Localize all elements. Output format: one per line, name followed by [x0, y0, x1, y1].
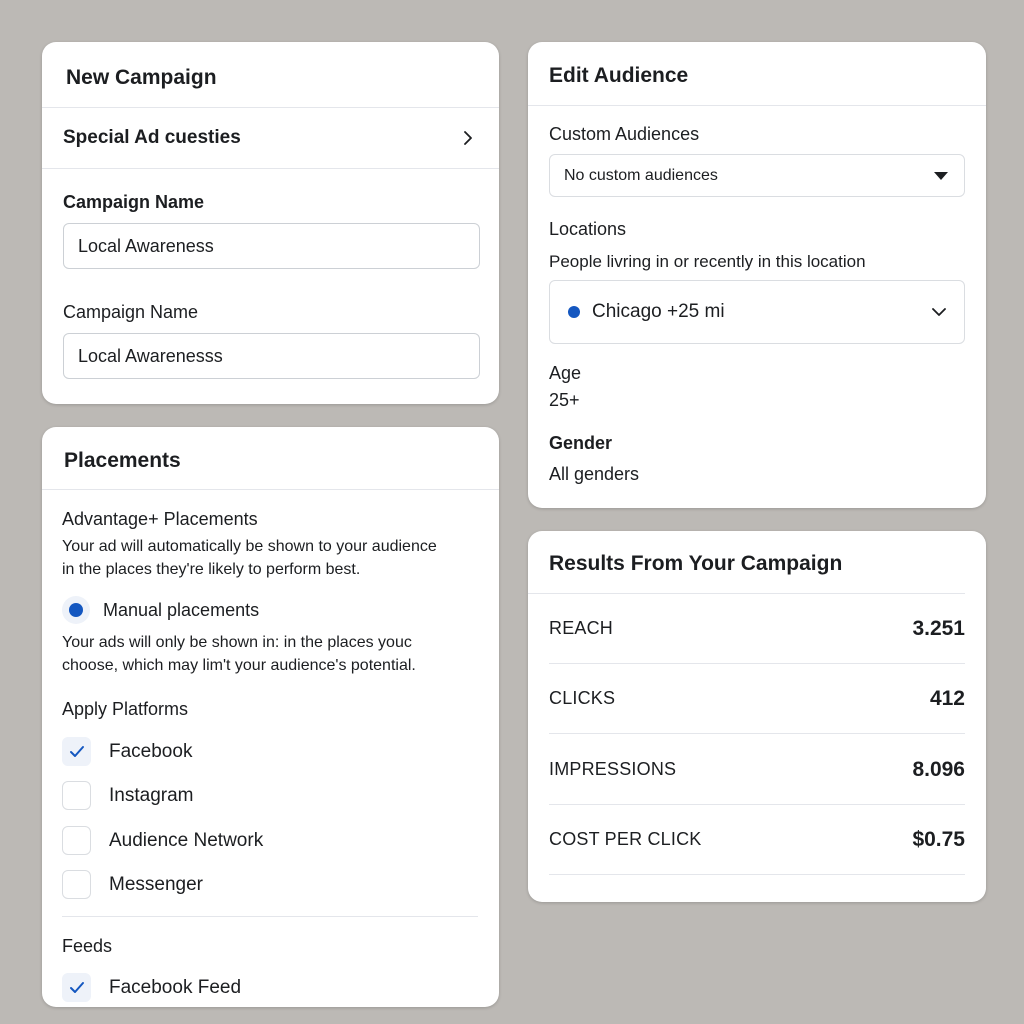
metric-label: REACH [549, 618, 614, 638]
feed-facebook-feed[interactable]: Facebook Feed [62, 973, 241, 1002]
divider [62, 916, 478, 917]
metric-label: CLICKS [549, 688, 616, 708]
custom-audiences-label: Custom Audiences [549, 124, 700, 144]
custom-audiences-value: No custom audiences [564, 166, 718, 184]
results-header: Results From Your Campaign [528, 531, 986, 593]
audience-network-label: Audience Network [109, 829, 264, 851]
check-icon [69, 981, 84, 993]
locations-desc: People livring in or recently in this lo… [549, 252, 866, 271]
radio-dot [69, 603, 83, 617]
special-ad-label: Special Ad cuesties [63, 127, 241, 148]
gender-label: Gender [549, 433, 613, 453]
placements-title: Placements [64, 449, 181, 472]
apply-platforms-title: Apply Platforms [62, 699, 189, 719]
metric-value: 3.251 [912, 616, 965, 640]
campaign-name-label-2: Campaign Name [63, 302, 199, 322]
custom-audiences-select[interactable]: No custom audiences [549, 154, 965, 197]
facebook-checkbox[interactable] [62, 737, 91, 766]
check-icon [69, 745, 84, 757]
platform-messenger[interactable]: Messenger [62, 870, 203, 899]
new-campaign-title: New Campaign [66, 66, 217, 89]
location-select[interactable]: Chicago +25 mi [549, 280, 965, 344]
edit-audience-card: Edit Audience Custom Audiences No custom… [528, 42, 986, 508]
campaign-name-input[interactable]: Local Awareness [63, 223, 480, 269]
results-title: Results From Your Campaign [549, 552, 843, 575]
facebook-feed-checkbox[interactable] [62, 973, 91, 1002]
metric-row-clicks: CLICKS 412 [549, 664, 965, 734]
campaign-name-input-2[interactable]: Local Awarenesss [63, 333, 480, 379]
messenger-label: Messenger [109, 873, 203, 895]
messenger-checkbox[interactable] [62, 870, 91, 899]
platform-instagram[interactable]: Instagram [62, 781, 193, 810]
instagram-label: Instagram [109, 784, 194, 806]
feeds-title: Feeds [62, 936, 113, 956]
location-selected: Chicago +25 mi [568, 301, 725, 323]
divider [42, 489, 499, 490]
manual-placements-desc-2: choose, which may lim't your audience's … [62, 657, 416, 674]
caret-down-icon [934, 171, 948, 180]
manual-placements-radio[interactable] [62, 596, 90, 624]
chevron-right-icon [464, 131, 472, 145]
new-campaign-card: New Campaign Special Ad cuesties Campaig… [42, 42, 499, 404]
platform-facebook[interactable]: Facebook [62, 737, 192, 766]
divider [528, 105, 986, 106]
chevron-down-icon [932, 307, 946, 316]
manual-placements-label: Manual placements [103, 599, 260, 620]
metric-row-impressions: IMPRESSIONS 8.096 [549, 735, 965, 805]
age-label: Age [549, 363, 582, 383]
gender-value: All genders [549, 464, 640, 484]
new-campaign-header: New Campaign [42, 42, 499, 107]
results-card: Results From Your Campaign REACH 3.251 C… [528, 531, 986, 902]
special-ad-categories-row[interactable]: Special Ad cuesties [42, 108, 499, 168]
age-value: 25+ [549, 390, 580, 410]
edit-audience-header: Edit Audience [528, 42, 986, 105]
facebook-label: Facebook [109, 740, 193, 762]
platform-audience-network[interactable]: Audience Network [62, 826, 263, 855]
divider [42, 168, 499, 169]
advantage-placements-desc-1: Your ad will automatically be shown to y… [62, 538, 437, 555]
audience-network-checkbox[interactable] [62, 826, 91, 855]
manual-placements-desc-1: Your ads will only be shown in: in the p… [62, 634, 412, 651]
metric-value: 8.096 [912, 757, 965, 781]
metric-label: COST PER CLICK [549, 829, 702, 849]
metric-row-cost-per-click: COST PER CLICK $0.75 [549, 805, 965, 875]
advantage-placements-desc-2: in the places they're likely to perform … [62, 561, 361, 578]
metric-row-reach: REACH 3.251 [549, 594, 965, 664]
locations-label: Locations [549, 219, 627, 239]
campaign-name-label: Campaign Name [63, 192, 205, 212]
edit-audience-title: Edit Audience [549, 64, 689, 87]
metric-label: IMPRESSIONS [549, 759, 677, 779]
placements-card: Placements Advantage+ Placements Your ad… [42, 427, 499, 1007]
location-value: Chicago +25 mi [592, 301, 725, 322]
instagram-checkbox[interactable] [62, 781, 91, 810]
manual-placements-option[interactable]: Manual placements [62, 596, 259, 624]
location-dot-icon [568, 306, 580, 318]
facebook-feed-label: Facebook Feed [109, 976, 242, 998]
metric-value: 412 [929, 686, 965, 710]
metric-value: $0.75 [912, 827, 965, 851]
placements-header: Placements [42, 427, 499, 489]
advantage-placements-title: Advantage+ Placements [62, 509, 258, 529]
